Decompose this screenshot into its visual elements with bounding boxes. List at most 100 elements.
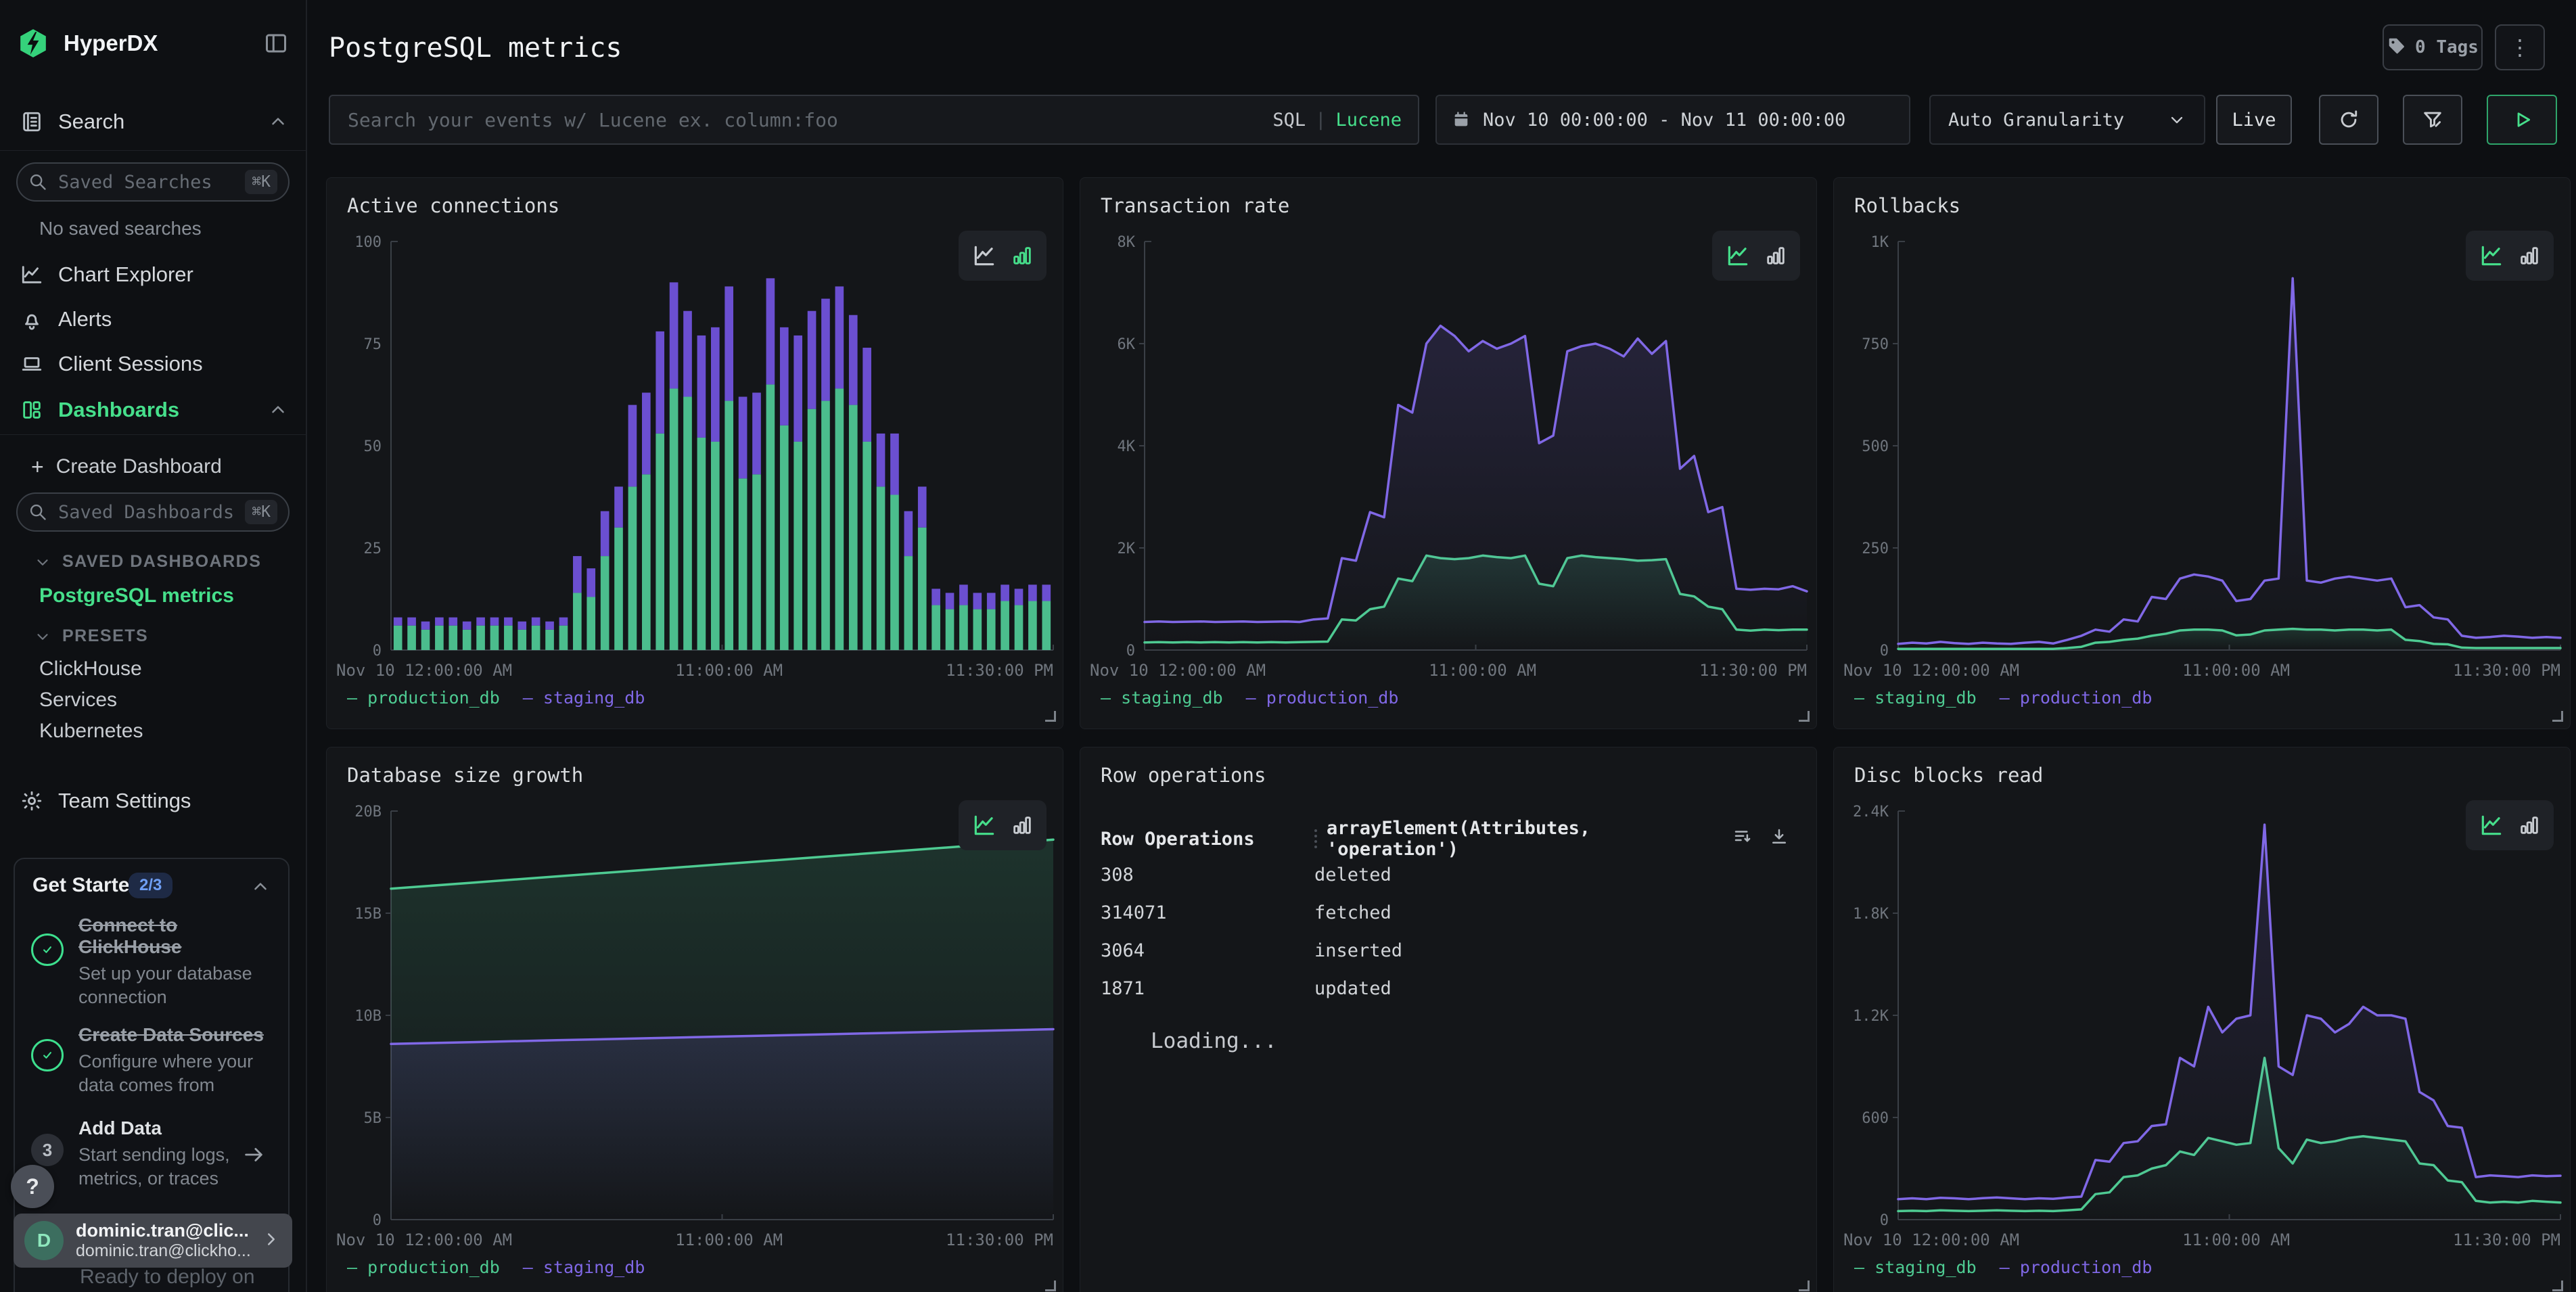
get-started-item[interactable]: Create Data Sources Configure where your… xyxy=(78,1024,275,1097)
x-axis-labels: Nov 10 12:00:00 AM11:00:00 AM11:30:00 PM xyxy=(336,1230,1053,1249)
line-chart-icon[interactable] xyxy=(971,243,997,269)
chevron-down-icon xyxy=(34,628,51,645)
get-started-item[interactable]: Add Data Start sending logs, metrics, or… xyxy=(78,1117,241,1191)
legend-item[interactable]: — production_db xyxy=(2000,688,2153,708)
table-row[interactable]: 1871updated xyxy=(1101,969,1789,1007)
sidebar-item-dashboards[interactable]: Dashboards xyxy=(0,391,306,429)
bar-chart-icon[interactable] xyxy=(1764,244,1787,267)
bar-chart-icon[interactable] xyxy=(1011,244,1034,267)
line-chart-icon[interactable] xyxy=(2479,812,2504,838)
saved-searches-input[interactable] xyxy=(57,171,245,193)
legend-item[interactable]: — production_db xyxy=(347,1258,500,1277)
resize-handle[interactable] xyxy=(1799,1281,1810,1291)
table-row[interactable]: 308deleted xyxy=(1101,856,1789,894)
legend-item[interactable]: — production_db xyxy=(1246,688,1399,708)
table-column-header[interactable]: arrayElement(Attributes, 'operation') xyxy=(1327,818,1732,860)
chart-legend[interactable]: — production_db — staging_db xyxy=(347,688,645,708)
event-search-bar[interactable]: SQL | Lucene xyxy=(329,95,1419,145)
legend-item[interactable]: — staging_db xyxy=(523,1258,645,1277)
sidebar-item-services[interactable]: Services xyxy=(39,689,117,712)
saved-dashboards-input[interactable] xyxy=(57,501,245,524)
sidebar-item-kubernetes[interactable]: Kubernetes xyxy=(39,720,143,743)
chart-plot[interactable]: 02505007501K xyxy=(1834,231,2571,658)
resize-handle[interactable] xyxy=(2552,1281,2563,1291)
legend-item[interactable]: — staging_db xyxy=(1854,1258,1977,1277)
chevron-up-icon[interactable] xyxy=(268,112,288,132)
saved-searches-search[interactable]: ⌘K xyxy=(16,162,290,202)
get-started-item[interactable]: Connect to ClickHouse Set up your databa… xyxy=(78,915,261,1009)
chart-view-toggle[interactable] xyxy=(959,231,1046,281)
date-range-picker[interactable]: Nov 10 00:00:00 - Nov 11 00:00:00 xyxy=(1435,95,1910,145)
saved-dashboards-search[interactable]: ⌘K xyxy=(16,492,290,532)
filter-button[interactable] xyxy=(2403,95,2462,145)
chart-plot[interactable]: 06001.2K1.8K2.4K xyxy=(1834,800,2571,1228)
line-chart-icon[interactable] xyxy=(971,812,997,838)
create-dashboard-button[interactable]: + Create Dashboard xyxy=(0,449,337,484)
line-chart-icon[interactable] xyxy=(2479,243,2504,269)
bar-chart-icon[interactable] xyxy=(1011,814,1034,837)
sidebar-collapse-icon[interactable] xyxy=(264,31,288,55)
sidebar-item-search[interactable]: Search xyxy=(0,101,306,142)
chart-legend[interactable]: — staging_db — production_db xyxy=(1854,688,2152,708)
check-circle-icon xyxy=(31,933,64,966)
chart-legend[interactable]: — staging_db — production_db xyxy=(1854,1258,2152,1277)
line-chart-icon[interactable] xyxy=(1725,243,1751,269)
sidebar-item-alerts[interactable]: Alerts xyxy=(0,300,306,338)
table-row[interactable]: 3064inserted xyxy=(1101,931,1789,969)
granularity-select[interactable]: Auto Granularity xyxy=(1929,95,2205,145)
column-drag-handle[interactable] xyxy=(1314,829,1317,848)
legend-item[interactable]: — production_db xyxy=(347,688,500,708)
live-button[interactable]: Live xyxy=(2216,95,2292,145)
refresh-button[interactable] xyxy=(2319,95,2378,145)
chart-legend[interactable]: — production_db — staging_db xyxy=(347,1258,645,1277)
sidebar-item-client-sessions[interactable]: Client Sessions xyxy=(0,345,306,383)
table-body[interactable]: 308deleted314071fetched3064inserted1871u… xyxy=(1101,856,1789,1007)
user-menu[interactable]: D dominic.tran@clic... dominic.tran@clic… xyxy=(14,1214,292,1268)
chart-plot[interactable]: 0255075100 xyxy=(327,231,1064,658)
svg-text:4K: 4K xyxy=(1118,438,1136,455)
download-icon[interactable] xyxy=(1769,827,1789,852)
arrow-right-icon[interactable] xyxy=(242,1143,265,1170)
help-button[interactable]: ? xyxy=(11,1165,54,1208)
sidebar-item-team-settings[interactable]: Team Settings xyxy=(0,782,306,820)
chart-view-toggle[interactable] xyxy=(1712,231,1800,281)
table-column-header[interactable]: Row Operations xyxy=(1101,829,1314,850)
bell-icon xyxy=(20,308,43,331)
legend-item[interactable]: — production_db xyxy=(2000,1258,2153,1277)
lucene-mode-button[interactable]: Lucene xyxy=(1335,110,1402,131)
saved-dashboards-header[interactable]: SAVED DASHBOARDS xyxy=(34,552,261,572)
tags-button[interactable]: 0 Tags xyxy=(2383,24,2483,70)
legend-item[interactable]: — staging_db xyxy=(523,688,645,708)
presets-header[interactable]: PRESETS xyxy=(34,626,148,646)
avatar: D xyxy=(24,1221,64,1260)
sidebar-item-chart-explorer[interactable]: Chart Explorer xyxy=(0,256,306,294)
run-query-button[interactable] xyxy=(2487,95,2557,145)
chart-view-toggle[interactable] xyxy=(959,800,1046,850)
bar-chart-icon[interactable] xyxy=(2518,814,2541,837)
chart-view-toggle[interactable] xyxy=(2466,231,2554,281)
event-search-input[interactable] xyxy=(346,108,1272,132)
chevron-up-icon[interactable] xyxy=(250,877,271,897)
resize-handle[interactable] xyxy=(1799,711,1810,722)
legend-item[interactable]: — staging_db xyxy=(1854,688,1977,708)
chart-legend[interactable]: — staging_db — production_db xyxy=(1101,688,1398,708)
sidebar-item-clickhouse[interactable]: ClickHouse xyxy=(39,657,142,680)
legend-item[interactable]: — staging_db xyxy=(1101,688,1223,708)
chart-view-toggle[interactable] xyxy=(2466,800,2554,850)
sidebar-item-postgresql-metrics[interactable]: PostgreSQL metrics xyxy=(39,584,234,607)
chart-plot[interactable]: 02K4K6K8K xyxy=(1080,231,1818,658)
resize-handle[interactable] xyxy=(2552,711,2563,722)
resize-handle[interactable] xyxy=(1045,1281,1056,1291)
chart-plot[interactable]: 05B10B15B20B xyxy=(327,800,1064,1228)
gear-icon xyxy=(20,789,43,812)
sql-mode-button[interactable]: SQL xyxy=(1272,110,1306,131)
table-row[interactable]: 314071fetched xyxy=(1101,894,1789,931)
get-started-title: Get Started xyxy=(32,874,142,897)
kebab-menu-button[interactable]: ⋮ xyxy=(2495,24,2545,70)
x-tick-label: 11:30:00 PM xyxy=(946,1230,1053,1249)
resize-handle[interactable] xyxy=(1045,711,1056,722)
filter-rows-icon[interactable] xyxy=(1732,827,1753,852)
svg-text:100: 100 xyxy=(354,234,382,251)
bar-chart-icon[interactable] xyxy=(2518,244,2541,267)
chevron-up-icon[interactable] xyxy=(268,400,288,420)
